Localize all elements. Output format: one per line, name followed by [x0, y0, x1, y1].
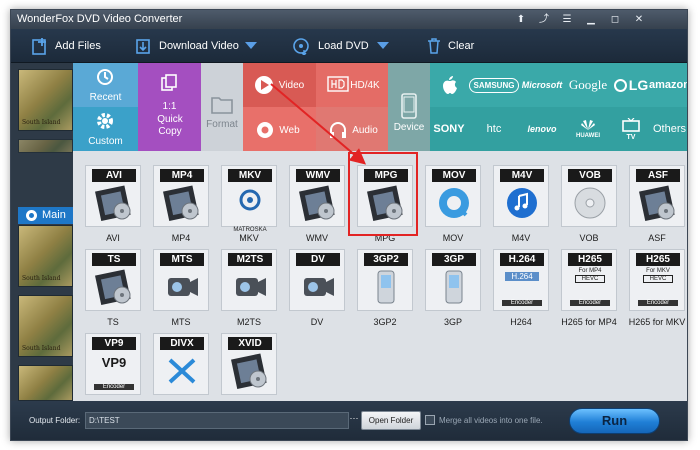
- output-folder-input[interactable]: D:\TEST: [85, 412, 349, 429]
- merge-checkbox[interactable]: [425, 415, 435, 425]
- output-folder-label: Output Folder:: [29, 416, 81, 425]
- app-window: WonderFox DVD Video Converter ⬆ ⤴ ☰ ▁ ◻ …: [10, 9, 688, 441]
- merge-label: Merge all videos into one file.: [439, 416, 543, 425]
- bottom-bar: Output Folder: D:\TEST ··· Open Folder M…: [11, 401, 687, 440]
- open-folder-button[interactable]: Open Folder: [361, 411, 421, 430]
- pointer-arrow-annotation: [270, 83, 367, 165]
- browse-folder-button[interactable]: ···: [348, 412, 360, 429]
- run-button[interactable]: Run: [569, 408, 660, 434]
